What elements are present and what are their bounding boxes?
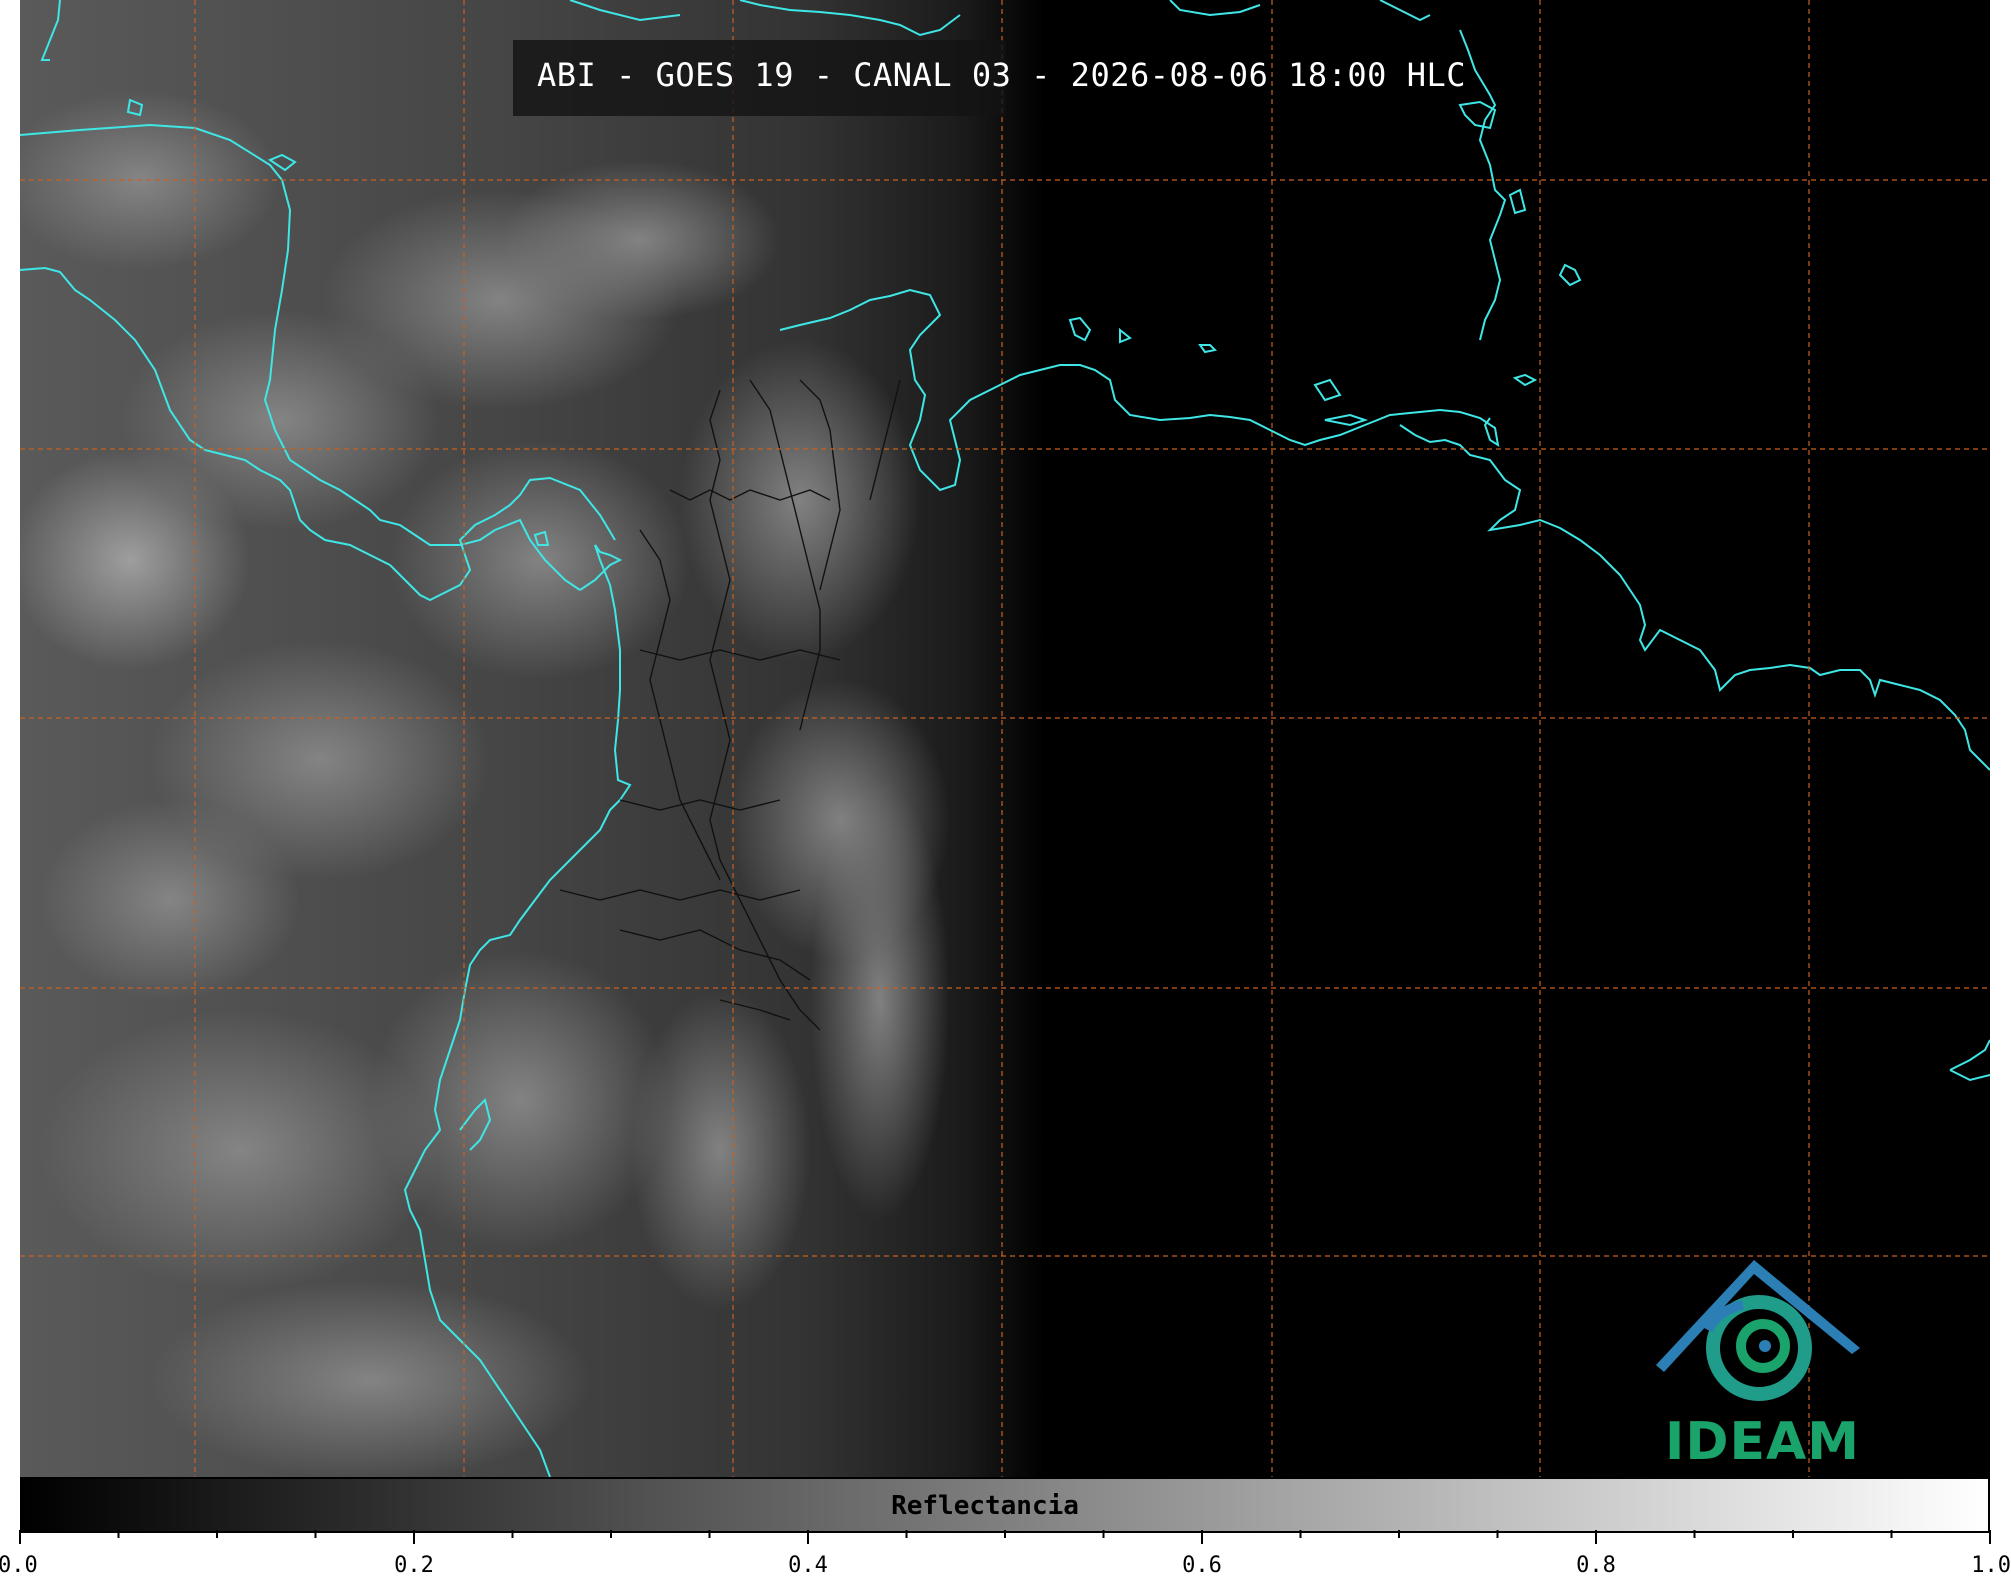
- logo-wordmark: IDEAM: [1665, 1412, 1861, 1472]
- map-title: ABI - GOES 19 - CANAL 03 - 2026-08-06 18…: [537, 56, 1466, 94]
- tick-label: 0.6: [1182, 1553, 1222, 1578]
- tick-label: 1.0: [1971, 1553, 2011, 1578]
- tick-label: 0.0: [0, 1553, 38, 1578]
- tick-label: 0.8: [1576, 1553, 1616, 1578]
- colorbar-label: Reflectancia: [891, 1491, 1079, 1521]
- tick-label: 0.4: [788, 1553, 828, 1578]
- colorbar-ticks: [19, 1530, 1991, 1544]
- tick-label: 0.2: [394, 1553, 434, 1578]
